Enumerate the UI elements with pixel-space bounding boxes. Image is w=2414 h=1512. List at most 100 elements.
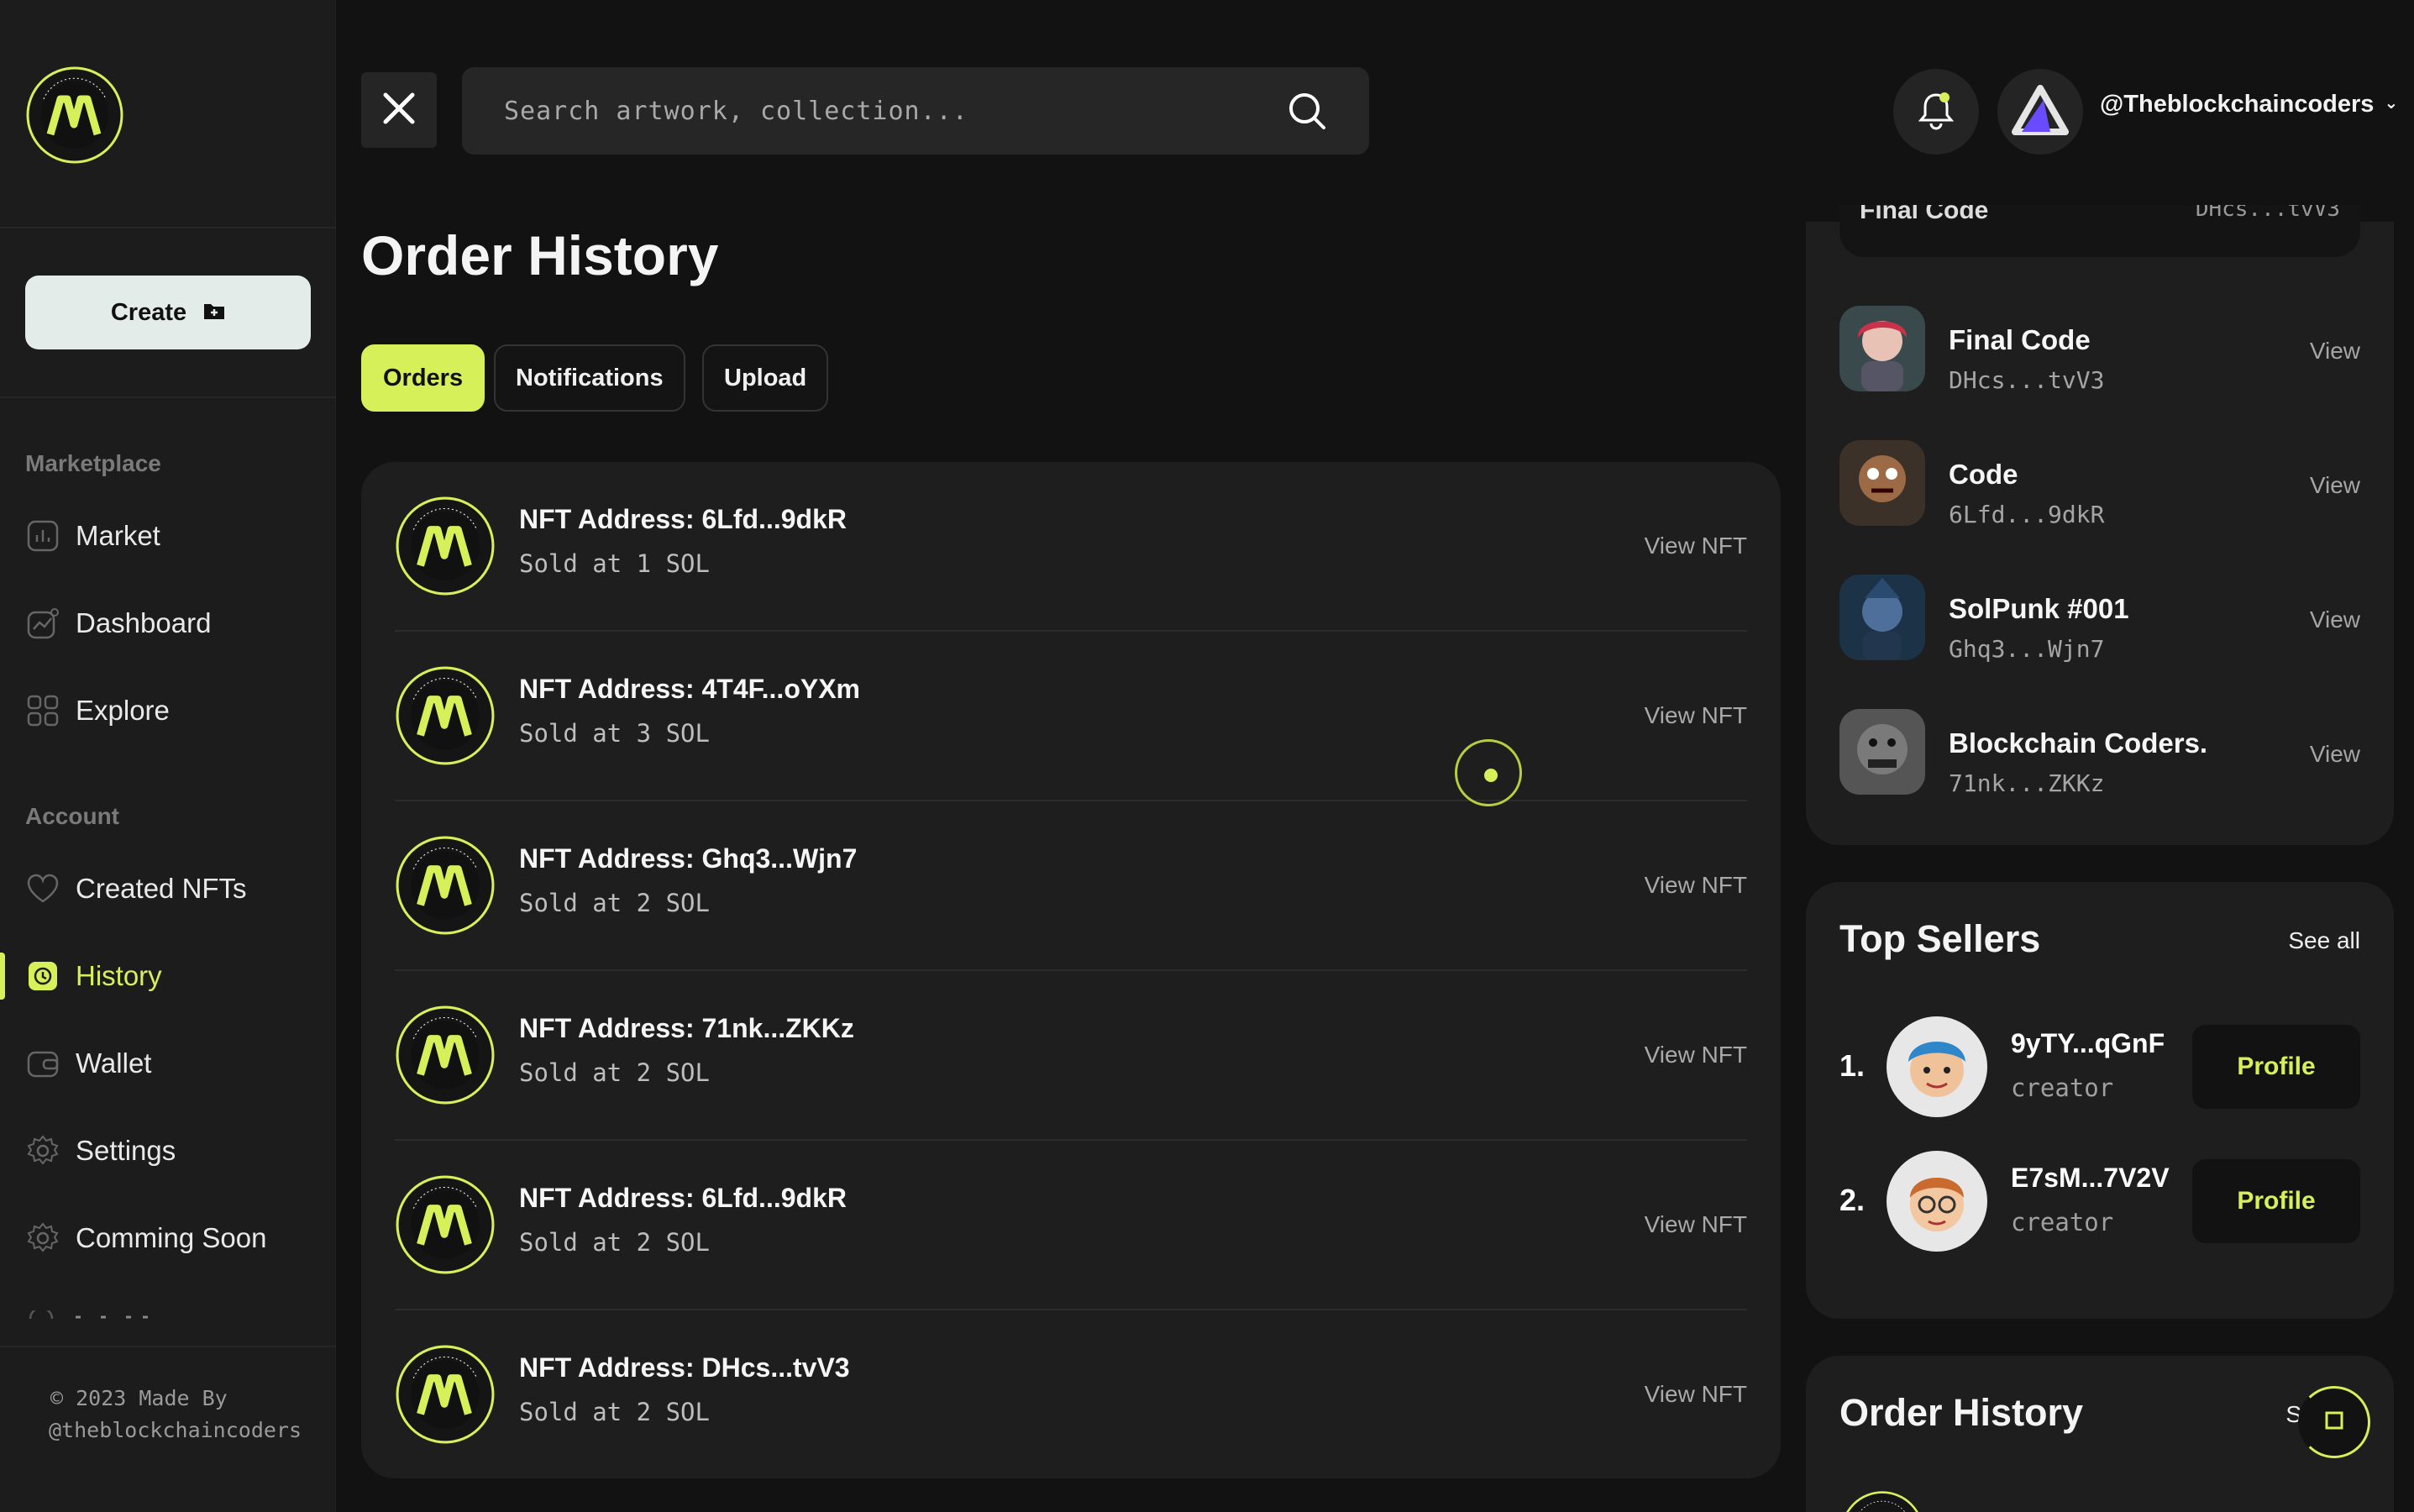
collection-item[interactable]: Code 6Lfd...9dkR View xyxy=(1839,440,2360,533)
seller-avatar[interactable] xyxy=(1887,1016,1987,1117)
nft-logo xyxy=(395,1344,496,1445)
sidebar-item-label: Created NFTs xyxy=(76,873,247,904)
username-menu[interactable]: @Theblockchaincoders ⌄ xyxy=(2100,91,2398,118)
view-nft-link[interactable]: View NFT xyxy=(1645,1042,1747,1068)
sidebar-item-label: Market xyxy=(76,520,160,551)
footer-credit: © 2023 Made By @theblockchaincoders xyxy=(49,1383,302,1446)
sidebar-item-market[interactable]: Market xyxy=(25,511,311,561)
top-sellers-card: Top Sellers See all 1. 9yTY...qGnF creat… xyxy=(1806,882,2394,1319)
clipped-title: Final Code DHcs...tvV3 xyxy=(1860,205,2340,227)
view-link[interactable]: View xyxy=(2310,606,2360,633)
view-nft-link[interactable]: View NFT xyxy=(1645,1381,1747,1408)
sidebar-item-created-nfts[interactable]: Created NFTs xyxy=(25,864,311,914)
tab-orders[interactable]: Orders xyxy=(361,344,485,412)
collection-name: SolPunk #001 xyxy=(1949,593,2129,624)
profile-button[interactable]: Profile xyxy=(2192,1159,2360,1243)
sidebar-item-label: Explore xyxy=(76,695,170,726)
close-button[interactable] xyxy=(361,72,437,148)
collection-name: Final Code xyxy=(1949,324,2091,355)
orders-list: NFT Address: 6Lfd...9dkR Sold at 1 SOL V… xyxy=(361,462,1781,1478)
search-input[interactable] xyxy=(504,67,1277,155)
nft-address: NFT Address: 4T4F...oYXm xyxy=(519,674,860,704)
sidebar-item-settings[interactable]: Settings xyxy=(25,1126,311,1176)
sold-price: Sold at 2 SOL xyxy=(519,1228,710,1257)
nft-address: NFT Address: 6Lfd...9dkR xyxy=(519,1183,847,1213)
collection-item[interactable]: Blockchain Coders. 71nk...ZKKz View xyxy=(1839,709,2360,801)
clipped-collection-card: Final Code DHcs...tvV3 xyxy=(1839,205,2360,257)
view-link[interactable]: View xyxy=(2310,472,2360,499)
tab-label: Orders xyxy=(383,364,464,391)
collection-address: DHcs...tvV3 xyxy=(1949,366,2105,394)
see-all-link[interactable]: See all xyxy=(2288,927,2360,954)
sidebar-item-label: Dashboard xyxy=(76,607,212,638)
search-icon[interactable] xyxy=(1287,91,1327,131)
cursor-indicator xyxy=(1455,739,1522,806)
sidebar-item-history[interactable]: History xyxy=(25,951,311,1001)
wallet-icon xyxy=(25,1046,60,1081)
sold-price: Sold at 2 SOL xyxy=(519,1398,710,1426)
marketplace-label: Marketplace xyxy=(25,450,161,476)
seller-rank: 2. xyxy=(1839,1183,1866,1217)
view-nft-link[interactable]: View NFT xyxy=(1645,533,1747,559)
nft-logo xyxy=(395,835,496,936)
seller-rank: 1. xyxy=(1839,1048,1866,1083)
create-button[interactable]: Create xyxy=(25,276,311,349)
collection-address: 6Lfd...9dkR xyxy=(1949,501,2105,528)
grid-icon xyxy=(25,693,60,728)
view-nft-link[interactable]: View NFT xyxy=(1645,872,1747,899)
nft-address: NFT Address: DHcs...tvV3 xyxy=(519,1352,850,1383)
divider xyxy=(0,227,336,228)
sidebar-item-label: Comming Soon xyxy=(76,1222,267,1253)
nft-logo xyxy=(395,496,496,596)
view-link[interactable]: View xyxy=(2310,338,2360,365)
nft-thumbnail xyxy=(1839,709,1925,795)
seller-role: creator xyxy=(2011,1074,2114,1102)
folder-plus-icon xyxy=(203,299,225,327)
scroll-to-top-button[interactable] xyxy=(2298,1386,2370,1458)
top-sellers-title: Top Sellers xyxy=(1839,917,2041,960)
order-row: NFT Address: 6Lfd...9dkR Sold at 2 SOL V… xyxy=(395,1141,1747,1310)
tab-label: Upload xyxy=(724,364,807,391)
nft-logo xyxy=(395,1174,496,1275)
footer-handle[interactable]: @theblockchaincoders xyxy=(49,1415,302,1446)
sidebar-item-label: Wallet xyxy=(76,1047,152,1079)
view-link[interactable]: View xyxy=(2310,741,2360,768)
user-avatar[interactable] xyxy=(1997,69,2083,155)
view-nft-link[interactable]: View NFT xyxy=(1645,702,1747,729)
account-label: Account xyxy=(25,803,119,829)
sidebar: Create Marketplace Market Dashboard Expl… xyxy=(0,0,336,1512)
nft-address: NFT Address: 71nk...ZKKz xyxy=(519,1013,854,1043)
order-row: NFT Address: DHcs...tvV3 Sold at 2 SOL V… xyxy=(395,1310,1747,1480)
collection-item[interactable]: Final Code DHcs...tvV3 View xyxy=(1839,306,2360,398)
sidebar-item-dashboard[interactable]: Dashboard xyxy=(25,598,311,648)
gear-icon xyxy=(25,1133,60,1168)
chevron-down-icon: ⌄ xyxy=(2384,94,2399,113)
nft-logo xyxy=(395,665,496,766)
sidebar-item-comming-soon[interactable]: Comming Soon xyxy=(25,1213,311,1263)
search-bar xyxy=(462,67,1369,155)
sidebar-item-label: Settings xyxy=(76,1135,176,1166)
collection-item[interactable]: SolPunk #001 Ghq3...Wjn7 View xyxy=(1839,575,2360,667)
order-history-title: Order History xyxy=(1839,1391,2084,1434)
notification-button[interactable] xyxy=(1893,69,1979,155)
tab-upload[interactable]: Upload xyxy=(702,344,829,412)
nft-address: NFT Address: Ghq3...Wjn7 xyxy=(519,843,858,874)
brand-logo[interactable] xyxy=(25,66,124,165)
collection-address: 71nk...ZKKz xyxy=(1949,769,2105,797)
seller-avatar[interactable] xyxy=(1887,1151,1987,1252)
analytics-icon xyxy=(25,606,60,641)
profile-button[interactable]: Profile xyxy=(2192,1025,2360,1109)
footer-line: © 2023 Made By xyxy=(50,1386,228,1410)
page-title: Order History xyxy=(361,224,719,286)
sold-price: Sold at 3 SOL xyxy=(519,719,710,748)
sold-price: Sold at 2 SOL xyxy=(519,1058,710,1087)
triangle-logo-icon xyxy=(2010,84,2070,139)
tab-notifications[interactable]: Notifications xyxy=(494,344,685,412)
sidebar-item-wallet[interactable]: Wallet xyxy=(25,1038,311,1089)
nft-thumbnail xyxy=(1839,440,1925,526)
collection-name: Code xyxy=(1949,459,2018,490)
nft-logo xyxy=(395,1005,496,1105)
view-nft-link[interactable]: View NFT xyxy=(1645,1211,1747,1238)
seller-name: 9yTY...qGnF xyxy=(2011,1028,2165,1058)
sidebar-item-explore[interactable]: Explore xyxy=(25,685,311,736)
